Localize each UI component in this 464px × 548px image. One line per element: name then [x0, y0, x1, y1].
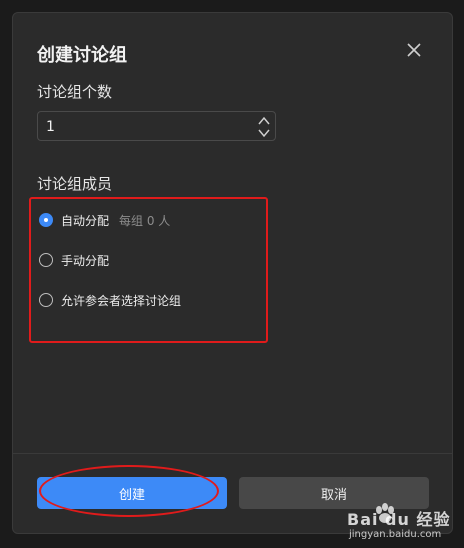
per-group-count-hint: 每组 0 人	[119, 213, 171, 228]
create-button[interactable]: 创建	[37, 477, 227, 509]
radio-manual-assign-label: 手动分配	[61, 253, 110, 268]
close-icon[interactable]	[405, 41, 423, 59]
watermark-brand: Bai du 经验	[347, 510, 451, 529]
radio-auto-assign[interactable]: 自动分配 每组 0 人	[39, 210, 170, 230]
group-count-stepper[interactable]	[37, 111, 276, 141]
chevron-up-icon[interactable]	[257, 115, 271, 127]
radio-participant-choose[interactable]: 允许参会者选择讨论组	[39, 290, 181, 310]
footer-divider	[13, 453, 452, 454]
group-count-label: 讨论组个数	[37, 83, 113, 101]
dialog-title: 创建讨论组	[37, 45, 127, 66]
radio-unchecked-icon[interactable]	[39, 253, 53, 267]
group-members-label: 讨论组成员	[37, 175, 113, 193]
radio-unchecked-icon[interactable]	[39, 293, 53, 307]
radio-manual-assign[interactable]: 手动分配	[39, 250, 109, 270]
create-discussion-group-dialog: 创建讨论组 讨论组个数 讨论组成员 自动分配 每组 0 人 手动分配 允许参会者…	[12, 12, 453, 534]
radio-participant-choose-label: 允许参会者选择讨论组	[61, 293, 182, 308]
chevron-down-icon[interactable]	[257, 127, 271, 139]
radio-checked-icon[interactable]	[39, 213, 53, 227]
radio-auto-assign-label: 自动分配	[61, 213, 110, 228]
group-count-input[interactable]	[44, 115, 248, 139]
watermark-url: jingyan.baidu.com	[349, 529, 442, 540]
baidu-jingyan-watermark: Bai du 经验 jingyan.baidu.com	[345, 494, 455, 544]
